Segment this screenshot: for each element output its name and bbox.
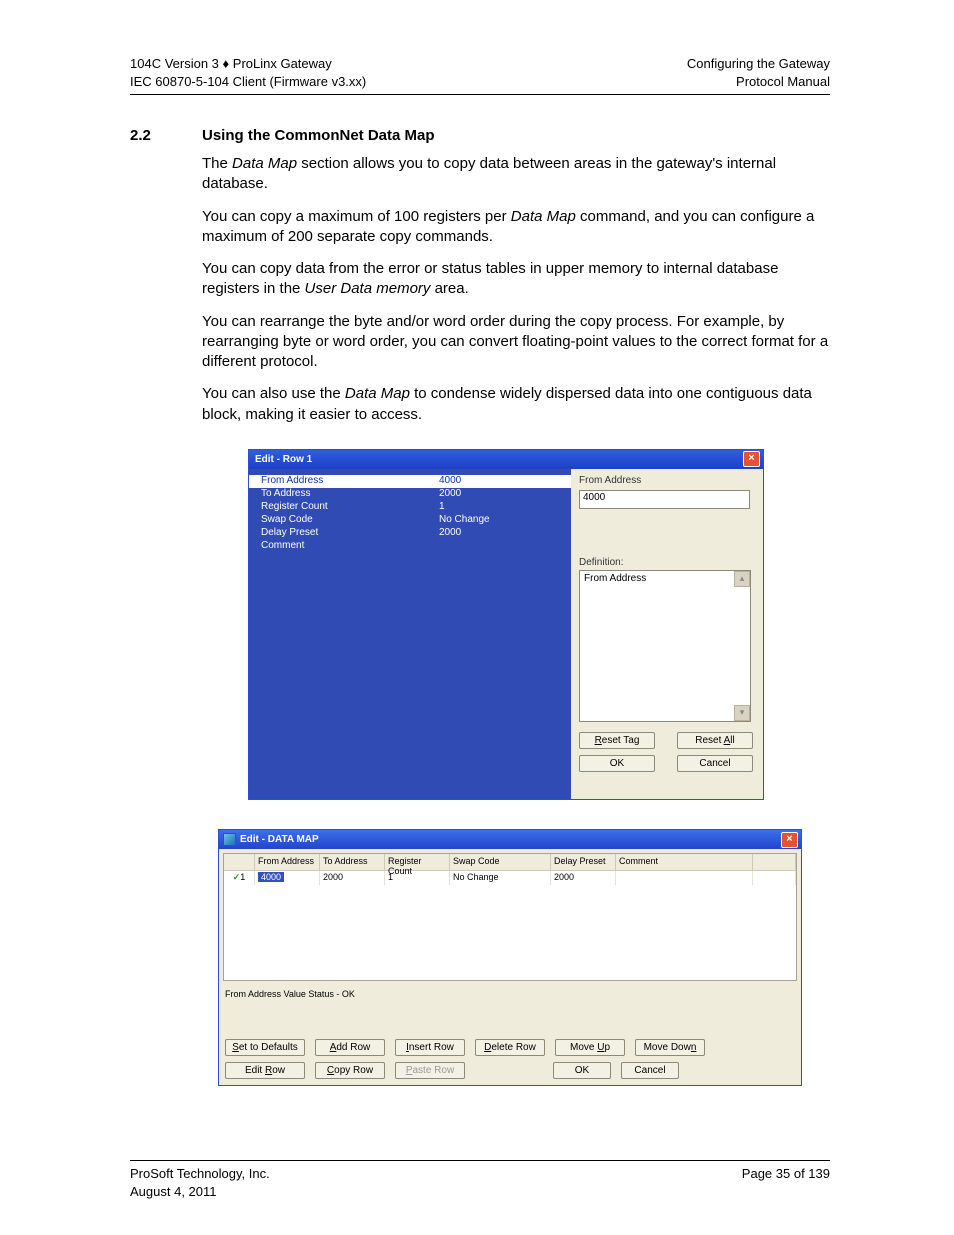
para-4: You can rearrange the byte and/or word o… xyxy=(202,312,830,373)
set-defaults-button[interactable]: Set to Defaults xyxy=(225,1039,305,1056)
col-header: To Address xyxy=(320,854,385,871)
col-header: Delay Preset xyxy=(551,854,616,871)
prop-key: Delay Preset xyxy=(249,527,439,540)
page-header: 104C Version 3 ♦ ProLinx Gateway IEC 608… xyxy=(130,55,830,90)
footer-page: Page 35 of 139 xyxy=(742,1165,830,1200)
section-title: Using the CommonNet Data Map xyxy=(202,127,435,144)
prop-key: Register Count xyxy=(249,501,439,514)
para-1: The Data Map section allows you to copy … xyxy=(202,154,830,195)
move-up-button[interactable]: Move Up xyxy=(555,1039,625,1056)
group-label: From Address xyxy=(579,475,755,486)
prop-key: Comment xyxy=(249,540,439,553)
property-row-to-address[interactable]: To Address 2000 xyxy=(249,488,571,501)
dialog-titlebar[interactable]: Edit - DATA MAP × xyxy=(219,830,801,849)
definition-box: From Address ▴ ▾ xyxy=(579,570,751,722)
add-row-button[interactable]: Add Row xyxy=(315,1039,385,1056)
reset-tag-button[interactable]: Reset Tag xyxy=(579,732,655,749)
footer-rule xyxy=(130,1160,830,1161)
prop-val: 2000 xyxy=(439,527,571,540)
section: 2.2 Using the CommonNet Data Map The Dat… xyxy=(130,127,830,425)
close-icon[interactable]: × xyxy=(781,832,798,848)
footer-left: ProSoft Technology, Inc. August 4, 2011 xyxy=(130,1165,270,1200)
edit-datamap-dialog: Edit - DATA MAP × From Address To Addres… xyxy=(218,829,802,1086)
delete-row-button[interactable]: Delete Row xyxy=(475,1039,545,1056)
header-left-line1a: 104C Version 3 xyxy=(130,56,223,71)
col-header: Swap Code xyxy=(450,854,551,871)
grid-header-row: From Address To Address Register Count S… xyxy=(224,854,796,871)
insert-row-button[interactable]: Insert Row xyxy=(395,1039,465,1056)
col-header: Comment xyxy=(616,854,753,871)
prop-key: To Address xyxy=(249,488,439,501)
para-2: You can copy a maximum of 100 registers … xyxy=(202,207,830,248)
table-row[interactable]: ✓1 4000 2000 1 No Change 2000 xyxy=(224,871,796,885)
dialog-title: Edit - Row 1 xyxy=(255,454,312,465)
reset-all-button[interactable]: Reset All xyxy=(677,732,753,749)
property-row-swap-code[interactable]: Swap Code No Change xyxy=(249,514,571,527)
dialog-title: Edit - DATA MAP xyxy=(240,834,781,845)
selected-cell: 4000 xyxy=(258,872,284,882)
property-row-comment[interactable]: Comment xyxy=(249,540,571,553)
section-body: The Data Map section allows you to copy … xyxy=(202,154,830,425)
move-down-button[interactable]: Move Down xyxy=(635,1039,705,1056)
definition-label: Definition: xyxy=(579,557,755,568)
row-status-cell: ✓1 xyxy=(224,871,255,885)
definition-text: From Address xyxy=(580,571,750,586)
prop-key: Swap Code xyxy=(249,514,439,527)
para-5: You can also use the Data Map to condens… xyxy=(202,384,830,425)
app-icon xyxy=(223,833,236,846)
cell-comment[interactable] xyxy=(616,871,753,885)
cancel-button[interactable]: Cancel xyxy=(621,1062,679,1079)
row-number: 1 xyxy=(240,872,245,882)
scroll-down-icon[interactable]: ▾ xyxy=(734,705,750,721)
ok-button[interactable]: OK xyxy=(553,1062,611,1079)
footer-company: ProSoft Technology, Inc. xyxy=(130,1166,270,1181)
section-heading: 2.2 Using the CommonNet Data Map xyxy=(130,127,830,144)
col-header: From Address xyxy=(255,854,320,871)
col-header xyxy=(224,854,255,871)
cancel-button[interactable]: Cancel xyxy=(677,755,753,772)
datamap-grid[interactable]: From Address To Address Register Count S… xyxy=(223,853,797,981)
close-icon[interactable]: × xyxy=(743,451,760,467)
ok-button[interactable]: OK xyxy=(579,755,655,772)
header-left-line1c: ProLinx Gateway xyxy=(229,56,332,71)
prop-val: 4000 xyxy=(439,475,571,488)
cell-register-count[interactable]: 1 xyxy=(385,871,450,885)
prop-val xyxy=(439,540,571,553)
header-rule xyxy=(130,94,830,95)
section-number: 2.2 xyxy=(130,127,202,144)
header-left-line2: IEC 60870-5-104 Client (Firmware v3.xx) xyxy=(130,74,366,89)
dialog-button-area: Set to Defaults Add Row Insert Row Delet… xyxy=(225,1039,795,1079)
prop-val: No Change xyxy=(439,514,571,527)
property-row-from-address[interactable]: From Address 4000 xyxy=(249,475,571,488)
cell-swap-code[interactable]: No Change xyxy=(450,871,551,885)
dialog-titlebar[interactable]: Edit - Row 1 × xyxy=(249,450,763,469)
property-detail-pane: From Address 4000 Definition: From Addre… xyxy=(571,469,763,799)
cell-from-address[interactable]: 4000 xyxy=(255,871,320,885)
edit-row-dialog: Edit - Row 1 × From Address 4000 To Addr… xyxy=(248,449,764,800)
edit-row-button[interactable]: Edit Row xyxy=(225,1062,305,1079)
header-right-line2: Protocol Manual xyxy=(736,74,830,89)
para-3: You can copy data from the error or stat… xyxy=(202,259,830,300)
property-list[interactable]: From Address 4000 To Address 2000 Regist… xyxy=(249,469,571,799)
scroll-up-icon[interactable]: ▴ xyxy=(734,571,750,587)
cell-delay-preset[interactable]: 2000 xyxy=(551,871,616,885)
copy-row-button[interactable]: Copy Row xyxy=(315,1062,385,1079)
header-right: Configuring the Gateway Protocol Manual xyxy=(687,55,830,90)
cell-to-address[interactable]: 2000 xyxy=(320,871,385,885)
prop-key: From Address xyxy=(249,475,439,488)
header-left: 104C Version 3 ♦ ProLinx Gateway IEC 608… xyxy=(130,55,366,90)
status-text: From Address Value Status - OK xyxy=(225,989,795,999)
footer-date: August 4, 2011 xyxy=(130,1184,217,1199)
page-footer: ProSoft Technology, Inc. August 4, 2011 … xyxy=(130,1160,830,1200)
prop-val: 2000 xyxy=(439,488,571,501)
cell-blank xyxy=(753,871,796,885)
from-address-input[interactable]: 4000 xyxy=(579,490,750,509)
property-row-delay-preset[interactable]: Delay Preset 2000 xyxy=(249,527,571,540)
property-row-register-count[interactable]: Register Count 1 xyxy=(249,501,571,514)
header-right-line1: Configuring the Gateway xyxy=(687,56,830,71)
paste-row-button[interactable]: Paste Row xyxy=(395,1062,465,1079)
col-header: Register Count xyxy=(385,854,450,871)
prop-val: 1 xyxy=(439,501,571,514)
col-header xyxy=(753,854,796,871)
